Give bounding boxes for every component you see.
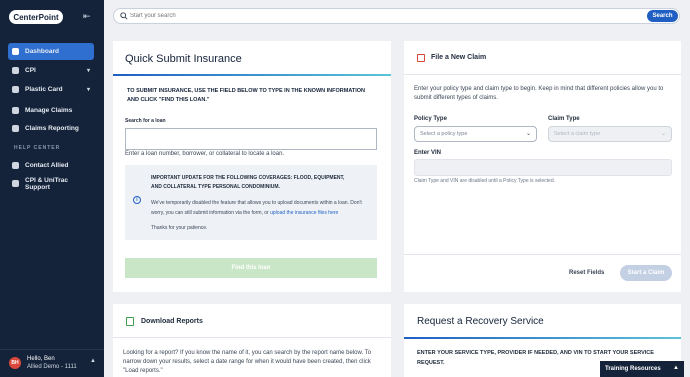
upload-files-link[interactable]: upload the insurance files here	[270, 210, 338, 216]
sidebar-item-label: Plastic Card	[25, 86, 63, 93]
vin-input	[414, 159, 672, 176]
card-icon	[12, 86, 19, 93]
info-icon: i	[133, 196, 141, 204]
sidebar-item-label: Manage Claims	[25, 107, 73, 114]
divider	[404, 254, 681, 255]
loan-search-input[interactable]	[126, 129, 376, 149]
claim-type-select: Select a claim type ⌄	[548, 126, 672, 142]
chevron-down-icon: ⌄	[525, 131, 531, 137]
help-icon	[12, 180, 19, 187]
quick-submit-card: Quick Submit Insurance TO SUBMIT INSURAN…	[113, 41, 391, 292]
sidebar-item-label: Claims Reporting	[25, 125, 79, 132]
download-reports-description: Looking for a report? If you know the na…	[123, 350, 372, 374]
user-menu[interactable]: BH Hello, Ben Allied Demo - 1111 ▲	[0, 349, 104, 377]
download-reports-title: Download Reports	[141, 318, 203, 325]
loan-search-label: Search for a loan	[125, 118, 166, 124]
file-claim-description: Enter your policy type and claim type to…	[414, 86, 664, 101]
sidebar: CenterPoint ⇤ Dashboard CPI ▾ Plastic Ca…	[0, 0, 104, 377]
report-download-icon	[126, 317, 134, 326]
file-claim-card: File a New Claim Enter your policy type …	[404, 41, 681, 292]
start-claim-button[interactable]: Start a Claim	[620, 265, 672, 281]
chevron-down-icon: ▾	[86, 68, 90, 74]
sidebar-item-label: CPI	[25, 67, 36, 74]
title-accent-bar	[404, 337, 681, 339]
search-input[interactable]	[130, 10, 650, 22]
sidebar-item-dashboard[interactable]: Dashboard	[8, 43, 94, 60]
sidebar-item-label: Contact Allied	[25, 162, 69, 169]
sidebar-item-contact-allied[interactable]: Contact Allied	[8, 157, 94, 174]
download-reports-card: Download Reports Looking for a report? I…	[113, 304, 391, 377]
dashboard-icon	[12, 48, 19, 55]
search-button[interactable]: Search	[647, 10, 678, 22]
help-center-header: HELP CENTER	[14, 145, 61, 151]
search-icon	[120, 12, 128, 20]
sidebar-item-cpi[interactable]: CPI ▾	[8, 62, 94, 79]
sidebar-item-label: Dashboard	[25, 48, 59, 55]
claim-document-icon	[417, 54, 425, 62]
centerpoint-logo[interactable]: CenterPoint	[9, 10, 63, 24]
global-search: Search	[113, 8, 680, 24]
title-accent-bar	[113, 74, 391, 76]
sidebar-item-claims-reporting[interactable]: Claims Reporting	[8, 120, 94, 137]
recovery-service-title: Request a Recovery Service	[417, 316, 544, 327]
training-resources-label: Training Resources	[605, 366, 661, 372]
important-notice: i IMPORTANT UPDATE FOR THE FOLLOWING COV…	[125, 165, 377, 240]
sidebar-item-manage-claims[interactable]: Manage Claims	[8, 102, 94, 119]
chevron-up-icon: ▲	[90, 358, 96, 364]
policy-type-select[interactable]: Select a policy type ⌄	[414, 126, 537, 142]
loan-search-field[interactable]	[125, 128, 377, 150]
user-greeting: Hello, Ben	[27, 356, 55, 362]
file-claim-title: File a New Claim	[431, 54, 487, 61]
report-icon	[12, 125, 19, 132]
notice-thanks: Thanks for your patience.	[151, 225, 208, 231]
sidebar-item-support[interactable]: CPI & UniTrac Support	[8, 175, 94, 192]
disabled-note: Claim Type and VIN are disabled until a …	[414, 178, 556, 184]
training-resources-button[interactable]: Training Resources ▲	[600, 361, 684, 377]
reset-fields-button[interactable]: Reset Fields	[569, 270, 604, 276]
sidebar-item-label: CPI & UniTrac Support	[25, 176, 68, 191]
find-loan-button[interactable]: Find this loan	[125, 258, 377, 278]
sidebar-item-plastic-card[interactable]: Plastic Card ▾	[8, 81, 94, 98]
phone-icon	[12, 162, 19, 169]
claims-icon	[12, 107, 19, 114]
chevron-down-icon: ▾	[86, 87, 90, 93]
avatar: BH	[9, 357, 21, 369]
vin-label: Enter VIN	[414, 150, 442, 156]
collapse-sidebar-icon[interactable]: ⇤	[83, 11, 91, 22]
divider	[113, 337, 391, 338]
quick-submit-title: Quick Submit Insurance	[125, 53, 242, 65]
notice-body: We've temporarily disabled the feature t…	[151, 199, 371, 218]
divider	[404, 74, 681, 75]
quick-submit-instructions: TO SUBMIT INSURANCE, USE THE FIELD BELOW…	[127, 88, 366, 103]
notice-heading: IMPORTANT UPDATE FOR THE FOLLOWING COVER…	[151, 175, 345, 190]
user-org: Allied Demo - 1111	[27, 364, 77, 370]
loan-search-help: Enter a loan number, borrower, or collat…	[125, 151, 285, 157]
cpi-icon	[12, 67, 19, 74]
claim-type-placeholder: Select a claim type	[554, 131, 601, 137]
chevron-down-icon: ⌄	[660, 131, 666, 137]
chevron-up-icon: ▲	[673, 365, 679, 371]
policy-type-label: Policy Type	[414, 116, 447, 122]
policy-type-placeholder: Select a policy type	[420, 131, 468, 137]
claim-type-label: Claim Type	[548, 116, 580, 122]
